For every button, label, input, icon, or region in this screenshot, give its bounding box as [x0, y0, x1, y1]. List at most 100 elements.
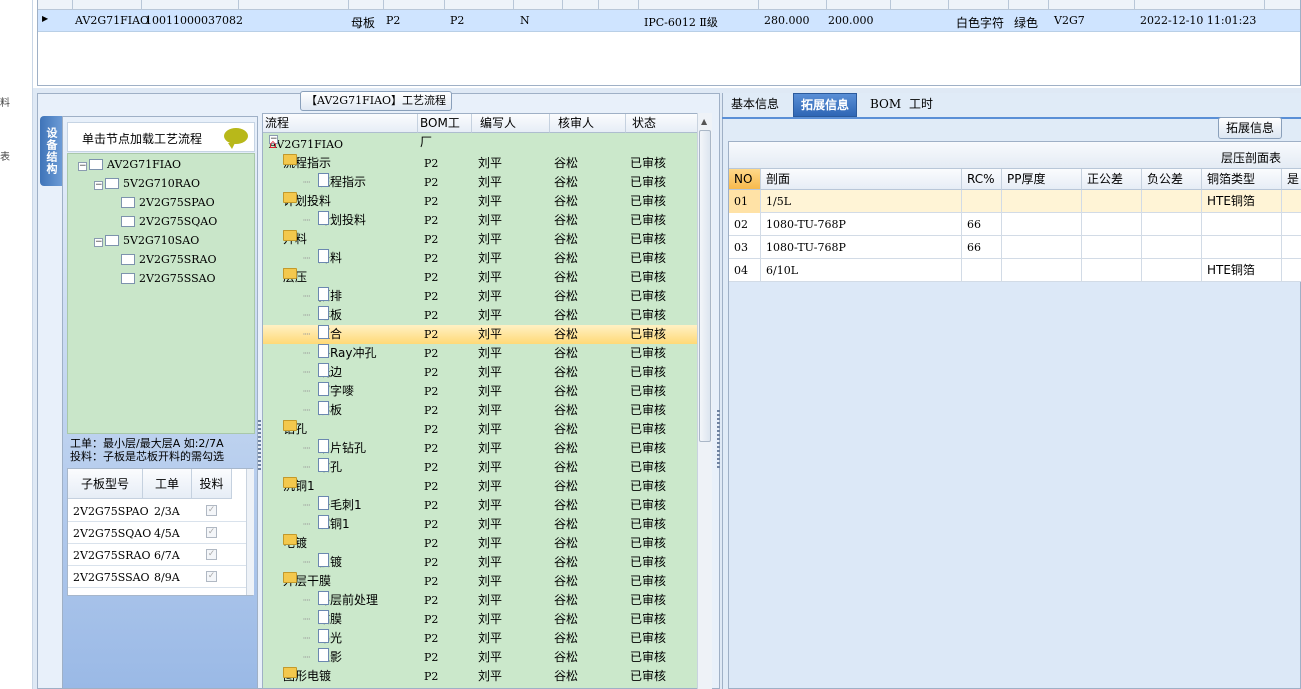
process-step-row[interactable]: ┈ 烘板 P2 刘平 谷松 已审核: [263, 401, 697, 420]
process-group-row[interactable]: −层压P2刘平谷松已审核: [263, 268, 697, 287]
process-group-row[interactable]: −外层干膜P2刘平谷松已审核: [263, 572, 697, 591]
process-group-row[interactable]: −计划投料P2刘平谷松已审核: [263, 192, 697, 211]
col-extra[interactable]: 是: [1282, 169, 1301, 190]
sub-grid-scrollbar[interactable]: [246, 469, 254, 595]
feed-checkbox[interactable]: ✓: [206, 571, 217, 582]
tab-basic-info[interactable]: 基本信息: [724, 93, 786, 117]
cell-no: 02: [729, 213, 761, 236]
sub-grid-row[interactable]: 2V2G75SRAO 6/7A ✓: [68, 544, 248, 566]
main-splitter-grip[interactable]: [717, 410, 720, 470]
folder-icon: [283, 230, 297, 241]
bom-factory: P2: [424, 575, 439, 588]
process-step-row[interactable]: ┈ 流程指示 P2 刘平 谷松 已审核: [263, 173, 697, 192]
lamination-table[interactable]: 层压剖面表 NO 剖面 RC% PP厚度 正公差 负公差 铜箔类型 是 01 1/…: [728, 141, 1301, 689]
process-step-row[interactable]: ┈ 排板 P2 刘平 谷松 已审核: [263, 306, 697, 325]
process-step-row[interactable]: ┈ 铝片钻孔 P2 刘平 谷松 已审核: [263, 439, 697, 458]
process-step-row[interactable]: ┈ 曝光 P2 刘平 谷松 已审核: [263, 629, 697, 648]
bom-factory: P2: [424, 556, 439, 569]
feed-checkbox[interactable]: ✓: [206, 527, 217, 538]
tree-node[interactable]: 2V2G75SRAO: [110, 252, 217, 268]
cell-factory1: P2: [386, 14, 401, 27]
status: 已审核: [630, 631, 667, 645]
splitter-grip[interactable]: [258, 420, 261, 470]
process-step-row[interactable]: ┈ 打字嘜 P2 刘平 谷松 已审核: [263, 382, 697, 401]
col-bom-factory[interactable]: BOM工厂: [418, 114, 472, 149]
document-icon: [318, 648, 329, 662]
collapse-icon[interactable]: −: [94, 181, 103, 190]
tab-equipment-structure[interactable]: 设备结构: [40, 116, 62, 186]
scroll-up-icon[interactable]: ▲: [701, 117, 707, 126]
sub-board-grid[interactable]: 子板型号 工单 投料 2V2G75SPAO 2/3A ✓ 2V2G75SQAO 4/5A…: [67, 468, 254, 596]
sub-grid-row[interactable]: 2V2G75SQAO 4/5A ✓: [68, 522, 248, 544]
col-author[interactable]: 编写人: [472, 114, 550, 133]
tree-node[interactable]: 2V2G75SQAO: [110, 214, 217, 230]
author: 刘平: [478, 346, 503, 360]
status: 已审核: [630, 327, 667, 341]
process-step-row[interactable]: ┈ 贴膜 P2 刘平 谷松 已审核: [263, 610, 697, 629]
collapse-icon[interactable]: −: [94, 238, 103, 247]
col-foil-type[interactable]: 铜箔类型: [1202, 169, 1282, 190]
process-step-row[interactable]: ┈ 钻孔 P2 刘平 谷松 已审核: [263, 458, 697, 477]
tree-node[interactable]: − 5V2G710RAO: [94, 176, 200, 192]
tree-node[interactable]: 2V2G75SSAO: [110, 271, 216, 287]
process-step-row[interactable]: ┈ 预排 P2 刘平 谷松 已审核: [263, 287, 697, 306]
board-list-grid[interactable]: ▶ AV2G71FIAO 10011000037082 母板 P2 P2 N I…: [37, 0, 1301, 86]
tree-node[interactable]: 2V2G75SPAO: [110, 195, 215, 211]
col-process[interactable]: 流程: [263, 114, 418, 133]
cell-section: 1080-TU-768P: [761, 236, 962, 259]
process-group-row[interactable]: −电镀P2刘平谷松已审核: [263, 534, 697, 553]
col-order[interactable]: 工单: [143, 469, 192, 499]
process-group-row[interactable]: −开料P2刘平谷松已审核: [263, 230, 697, 249]
process-step-row[interactable]: ┈ 沉铜1 P2 刘平 谷松 已审核: [263, 515, 697, 534]
collapse-icon[interactable]: −: [78, 162, 87, 171]
tab-work-hours[interactable]: 工时: [902, 93, 940, 117]
author: 刘平: [478, 460, 503, 474]
process-grid-scrollbar[interactable]: ▲: [697, 113, 712, 689]
sub-grid-row[interactable]: 2V2G75SSAO 8/9A ✓: [68, 566, 248, 588]
process-step-row[interactable]: ┈ 板镀 P2 刘平 谷松 已审核: [263, 553, 697, 572]
tree-node[interactable]: − 5V2G710SAO: [94, 233, 199, 249]
tree-node[interactable]: − AV2G71FIAO: [78, 157, 181, 173]
process-tree-grid[interactable]: 流程 BOM工厂 编写人 核审人 状态 −⌂ AV2G71FIAO −流程指示P…: [262, 113, 712, 689]
process-step-row[interactable]: ┈ 外层前处理 P2 刘平 谷松 已审核: [263, 591, 697, 610]
cell-pp: [1002, 236, 1082, 259]
speech-bubble-icon: [224, 128, 248, 149]
cell-foil: HTE铜箔: [1202, 259, 1282, 282]
process-group-row[interactable]: −流程指示P2刘平谷松已审核: [263, 154, 697, 173]
board-row[interactable]: ▶ AV2G71FIAO 10011000037082 母板 P2 P2 N I…: [38, 10, 1300, 32]
sub-grid-row[interactable]: 2V2G75SPAO 2/3A ✓: [68, 500, 248, 522]
process-step-row[interactable]: ┈ 压合 P2 刘平 谷松 已审核: [263, 325, 697, 344]
process-step-row[interactable]: ┈ 铣边 P2 刘平 谷松 已审核: [263, 363, 697, 382]
lamination-row[interactable]: 03 1080-TU-768P 66: [729, 236, 1301, 259]
status: 已审核: [630, 365, 667, 379]
process-step-row[interactable]: ┈ X-Ray冲孔 P2 刘平 谷松 已审核: [263, 344, 697, 363]
col-minus-tol[interactable]: 负公差: [1142, 169, 1202, 190]
feed-checkbox[interactable]: ✓: [206, 549, 217, 560]
process-group-row[interactable]: −沉铜1P2刘平谷松已审核: [263, 477, 697, 496]
col-feed[interactable]: 投料: [192, 469, 232, 499]
col-no[interactable]: NO: [729, 169, 761, 190]
lamination-row[interactable]: 04 6/10L HTE铜箔: [729, 259, 1301, 282]
lamination-row[interactable]: 02 1080-TU-768P 66: [729, 213, 1301, 236]
process-root-row[interactable]: − ⌂ AV2G71FIAO: [263, 135, 697, 154]
process-step-row[interactable]: ┈ 计划投料 P2 刘平 谷松 已审核: [263, 211, 697, 230]
col-pp-thickness[interactable]: PP厚度: [1002, 169, 1082, 190]
process-group-row[interactable]: −钻孔P2刘平谷松已审核: [263, 420, 697, 439]
structure-tree[interactable]: − AV2G71FIAO − 5V2G710RAO 2V2G75SPAO 2V2G75SQ…: [67, 153, 255, 434]
col-reviewer[interactable]: 核审人: [550, 114, 626, 133]
col-section[interactable]: 剖面: [761, 169, 962, 190]
col-plus-tol[interactable]: 正公差: [1082, 169, 1142, 190]
process-step-row[interactable]: ┈ 开料 P2 刘平 谷松 已审核: [263, 249, 697, 268]
extended-info-button[interactable]: 拓展信息: [1218, 117, 1282, 139]
lamination-row[interactable]: 01 1/5L HTE铜箔: [729, 190, 1301, 213]
process-step-row[interactable]: ┈ 显影 P2 刘平 谷松 已审核: [263, 648, 697, 667]
process-group-row[interactable]: −图形电镀P2刘平谷松已审核: [263, 667, 697, 686]
process-step-row[interactable]: ┈ 去毛刺1 P2 刘平 谷松 已审核: [263, 496, 697, 515]
status: 已审核: [630, 498, 667, 512]
tab-extended-info[interactable]: 拓展信息: [793, 93, 858, 117]
col-rc[interactable]: RC%: [962, 169, 1002, 190]
scroll-thumb[interactable]: [699, 130, 711, 442]
feed-checkbox[interactable]: ✓: [206, 505, 217, 516]
col-status[interactable]: 状态: [626, 114, 698, 133]
col-sub-model[interactable]: 子板型号: [68, 469, 143, 499]
